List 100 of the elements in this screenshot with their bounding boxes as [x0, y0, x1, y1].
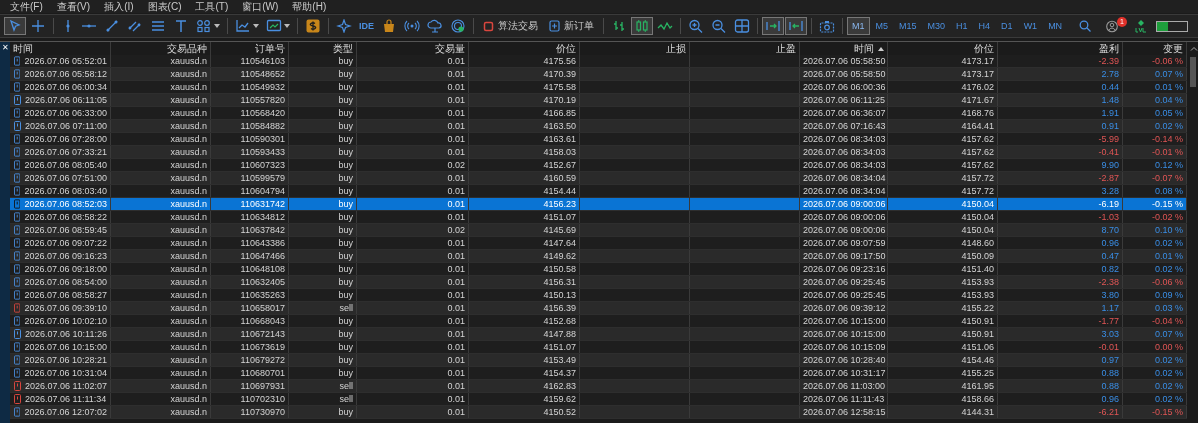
- table-row[interactable]: 2026.07.06 07:11:00 xauusd.n 110584882 buy 0.01 4163.50 2026.07.06 07:16:43 4164.41 0.91 0.02 %: [10, 120, 1187, 133]
- menu-item[interactable]: 图表(C): [141, 0, 188, 14]
- search-icon[interactable]: [1079, 20, 1091, 32]
- scroll-right-icon: [765, 19, 781, 33]
- scroll-up-icon[interactable]: [1190, 46, 1198, 51]
- table-cell: 4151.07: [469, 341, 580, 353]
- table-cell: xauusd.n: [111, 185, 211, 197]
- timeframe-button[interactable]: M15: [894, 17, 922, 35]
- table-cell: 4155.25: [888, 367, 998, 379]
- line-chart-icon: [235, 19, 251, 33]
- table-cell: 4156.23: [469, 198, 580, 210]
- scrollbar-thumb[interactable]: [1189, 57, 1196, 87]
- timeframe-button[interactable]: M1: [847, 17, 870, 35]
- table-row[interactable]: 2026.07.06 12:07:02 xauusd.n 110730970 buy 0.01 4150.52 2026.07.06 12:58:15 4144.31 -6.21 -0.15 %: [10, 406, 1187, 419]
- timeframe-button[interactable]: M5: [870, 17, 894, 35]
- table-cell: 0.01: [357, 341, 469, 353]
- table-cell: xauusd.n: [111, 250, 211, 262]
- menu-item[interactable]: 工具(T): [189, 0, 235, 14]
- table-row[interactable]: 2026.07.06 07:51:00 xauusd.n 110599579 buy 0.01 4160.59 2026.07.06 08:34:04 4157.72 -2.87 -0.07 %: [10, 172, 1187, 185]
- table-cell: 8.70: [998, 224, 1123, 236]
- table-row[interactable]: 2026.07.06 11:02:07 xauusd.n 110697931 sell 0.01 4162.83 2026.07.06 11:03:00 4161.95 0.88 0.02 %: [10, 380, 1187, 393]
- level-meter: [1156, 20, 1188, 32]
- table-cell: buy: [289, 94, 357, 106]
- table-cell: xauusd.n: [111, 133, 211, 145]
- table-row[interactable]: 2026.07.06 08:03:40 xauusd.n 110604794 buy 0.01 4154.44 2026.07.06 08:34:04 4157.72 3.28 0.08 %: [10, 185, 1187, 198]
- table-row[interactable]: 2026.07.06 10:28:21 xauusd.n 110679272 buy 0.01 4153.49 2026.07.06 10:28:40 4154.46 0.97 0.02 %: [10, 354, 1187, 367]
- algo-trading-button[interactable]: 算法交易: [478, 17, 543, 35]
- table-cell: xauusd.n: [111, 224, 211, 236]
- table-row[interactable]: 2026.07.06 06:33:00 xauusd.n 110568420 buy 0.01 4166.85 2026.07.06 06:36:07 4168.76 1.91 0.05 %: [10, 107, 1187, 120]
- table-cell: 110632405: [211, 276, 289, 288]
- table-row[interactable]: 2026.07.06 09:18:00 xauusd.n 110648108 buy 0.01 4150.58 2026.07.06 09:23:16 4151.40 0.82 0.02 %: [10, 263, 1187, 276]
- ide-button[interactable]: IDE: [356, 17, 377, 35]
- table-cell: 0.02: [357, 224, 469, 236]
- menu-item[interactable]: 文件(F): [4, 0, 49, 14]
- table-cell: 110647466: [211, 250, 289, 262]
- table-cell: 0.01: [357, 289, 469, 301]
- table-cell: buy: [289, 354, 357, 366]
- shift-tool-button[interactable]: [785, 17, 807, 35]
- table-row[interactable]: 2026.07.06 08:58:22 xauusd.n 110634812 buy 0.01 4151.07 2026.07.06 09:00:06 4150.04 -1.03 -0.02 %: [10, 211, 1187, 224]
- autoscroll-tool-button[interactable]: [762, 17, 784, 35]
- table-cell: 0.97: [998, 354, 1123, 366]
- table-row[interactable]: 2026.07.06 08:05:40 xauusd.n 110607323 buy 0.02 4152.67 2026.07.06 08:34:03 4157.62 9.90 0.12 %: [10, 159, 1187, 172]
- table-row[interactable]: 2026.07.06 06:11:05 xauusd.n 110557820 buy 0.01 4170.19 2026.07.06 06:11:25 4171.67 1.48 0.04 %: [10, 94, 1187, 107]
- timeframe-button[interactable]: W1: [1018, 17, 1043, 35]
- table-row[interactable]: 2026.07.06 05:58:12 xauusd.n 110548652 buy 0.01 4170.39 2026.07.06 05:58:50 4173.17 2.78 0.07 %: [10, 68, 1187, 81]
- close-icon[interactable]: ✕: [1, 42, 9, 54]
- table-cell: xauusd.n: [111, 276, 211, 288]
- table-row[interactable]: 2026.07.06 10:02:10 xauusd.n 110668043 buy 0.01 4152.68 2026.07.06 10:15:00 4150.91 -1.77 -0.04 %: [10, 315, 1187, 328]
- table-row[interactable]: 2026.07.06 10:11:26 xauusd.n 110672143 buy 0.01 4147.88 2026.07.06 10:15:00 4150.91 3.03 0.07 %: [10, 328, 1187, 341]
- user-icon[interactable]: [1106, 19, 1120, 33]
- table-row[interactable]: 2026.07.06 05:52:01 xauusd.n 110546103 buy 0.01 4175.56 2026.07.06 05:58:50 4173.17 -2.39 -0.06 %: [10, 55, 1187, 68]
- table-cell: sell: [289, 393, 357, 405]
- table-row[interactable]: 2026.07.06 09:07:22 xauusd.n 110643386 buy 0.01 4147.64 2026.07.06 09:07:59 4148.60 0.96 0.02 %: [10, 237, 1187, 250]
- table-cell: 2.78: [998, 68, 1123, 80]
- menu-item[interactable]: 插入(I): [98, 0, 140, 14]
- table-cell: 2026.07.06 09:25:45: [800, 276, 888, 288]
- timeframe-button[interactable]: H4: [973, 17, 996, 35]
- table-cell: 4154.46: [888, 354, 998, 366]
- table-cell: 1.48: [998, 94, 1123, 106]
- cloud-icon: [427, 19, 443, 33]
- new-order-button[interactable]: 新订单: [544, 17, 599, 35]
- table-cell: xauusd.n: [111, 315, 211, 327]
- table-cell: sell: [289, 380, 357, 392]
- table-cell: 2026.07.06 05:58:50: [800, 68, 888, 80]
- table-row[interactable]: 2026.07.06 10:31:04 xauusd.n 110680701 buy 0.01 4154.37 2026.07.06 10:31:17 4155.25 0.88 0.02 %: [10, 367, 1187, 380]
- table-cell: 2026.07.06 08:05:40: [24, 159, 107, 171]
- table-row[interactable]: 2026.07.06 07:28:00 xauusd.n 110590301 buy 0.01 4163.61 2026.07.06 08:34:03 4157.62 -5.99 -0.14 %: [10, 133, 1187, 146]
- timeframe-button[interactable]: H1: [951, 17, 973, 35]
- table-cell: 4153.49: [469, 354, 580, 366]
- table-row[interactable]: 2026.07.06 08:52:03 xauusd.n 110631742 buy 0.01 4156.23 2026.07.06 09:00:06 4150.04 -6.19 -0.15 %: [10, 198, 1187, 211]
- table-cell: 0.01: [357, 120, 469, 132]
- table-cell: 4151.06: [888, 341, 998, 353]
- table-cell: 0.88: [998, 380, 1123, 392]
- table-cell: 4144.31: [888, 406, 998, 418]
- table-cell: 4153.93: [888, 276, 998, 288]
- table-row[interactable]: 2026.07.06 06:00:34 xauusd.n 110549932 buy 0.01 4175.58 2026.07.06 06:00:36 4176.02 0.44 0.01 %: [10, 81, 1187, 94]
- table-row[interactable]: 2026.07.06 08:59:45 xauusd.n 110637842 buy 0.02 4145.69 2026.07.06 09:00:06 4150.04 8.70 0.10 %: [10, 224, 1187, 237]
- table-cell: 4171.67: [888, 94, 998, 106]
- timeframe-button[interactable]: M30: [922, 17, 951, 35]
- table-row[interactable]: 2026.07.06 09:16:23 xauusd.n 110647466 buy 0.01 4149.62 2026.07.06 09:17:50 4150.09 0.47 0.01 %: [10, 250, 1187, 263]
- table-row[interactable]: 2026.07.06 08:58:27 xauusd.n 110635263 buy 0.01 4150.13 2026.07.06 09:25:45 4153.93 3.80 0.09 %: [10, 289, 1187, 302]
- crosshair-icon: [30, 19, 46, 33]
- table-row[interactable]: 2026.07.06 10:15:00 xauusd.n 110673619 buy 0.01 4151.07 2026.07.06 10:15:09 4151.06 -0.01 0.00 %: [10, 341, 1187, 354]
- table-row[interactable]: 2026.07.06 11:11:34 xauusd.n 110702310 sell 0.01 4159.62 2026.07.06 11:11:43 4158.66 0.96 0.02 %: [10, 393, 1187, 406]
- table-row[interactable]: 2026.07.06 07:33:21 xauusd.n 110593433 buy 0.01 4158.03 2026.07.06 08:34:03 4157.62 -0.41 -0.01 %: [10, 146, 1187, 159]
- candles-tool-button[interactable]: [631, 17, 653, 35]
- timeframe-button[interactable]: D1: [996, 17, 1018, 35]
- menu-item[interactable]: 帮助(H): [286, 0, 333, 14]
- table-row[interactable]: 2026.07.06 09:39:10 xauusd.n 110658017 sell 0.01 4156.39 2026.07.06 09:39:12 4155.22 1.17 0.03 %: [10, 302, 1187, 315]
- table-row[interactable]: 2026.07.06 08:54:00 xauusd.n 110632405 buy 0.01 4156.31 2026.07.06 09:25:45 4153.93 -2.38 -0.06 %: [10, 276, 1187, 289]
- timeframe-button[interactable]: MN: [1043, 17, 1068, 35]
- menu-item[interactable]: 窗口(W): [236, 0, 285, 14]
- table-cell: buy: [289, 367, 357, 379]
- table-cell: 4158.66: [888, 393, 998, 405]
- table-cell: 4150.04: [888, 224, 998, 236]
- menu-item[interactable]: 查看(V): [50, 0, 97, 14]
- cursor-tool-button[interactable]: [4, 17, 26, 35]
- table-cell: 110607323: [211, 159, 289, 171]
- table-cell: 2026.07.06 08:34:04: [800, 185, 888, 197]
- table-cell: 2026.07.06 08:34:04: [800, 172, 888, 184]
